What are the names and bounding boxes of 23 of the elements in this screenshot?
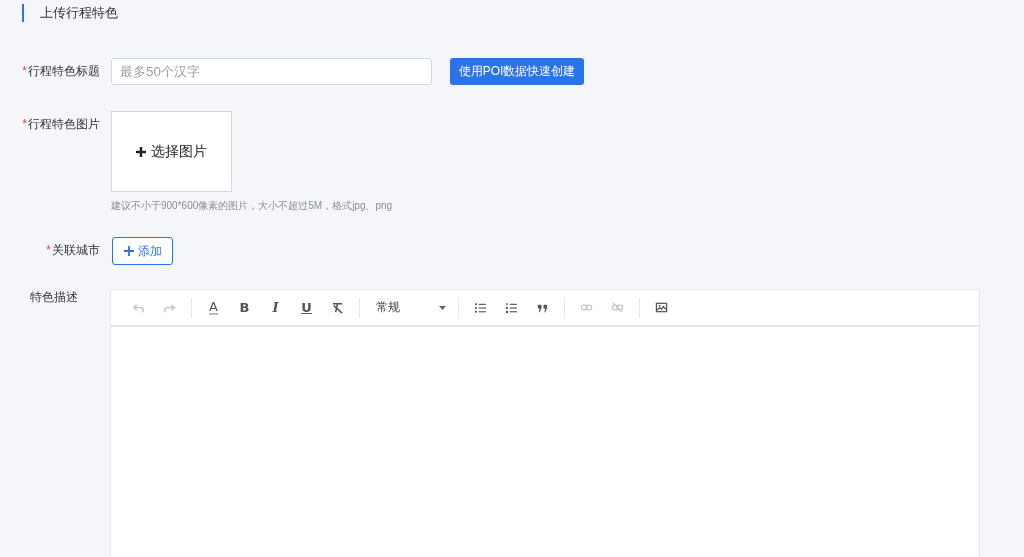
underline-button[interactable]: U	[293, 295, 320, 320]
image-upload-button[interactable]: 选择图片	[111, 111, 232, 192]
add-city-button[interactable]: 添加	[112, 237, 173, 265]
field-label: *关联城市	[46, 242, 100, 259]
field-label: 特色描述	[30, 289, 78, 306]
poi-create-button[interactable]: 使用POI数据快速创建	[450, 58, 584, 85]
image-icon	[655, 301, 668, 314]
clear-format-icon	[331, 301, 344, 314]
plus-icon	[136, 146, 146, 157]
section-title: 上传行程特色	[40, 4, 118, 22]
field-label: *行程特色图片	[22, 116, 100, 133]
plus-icon	[123, 246, 134, 256]
italic-button[interactable]: I	[262, 295, 289, 320]
field-label: *行程特色标题	[22, 63, 100, 80]
upload-hint: 建议不小于900*600像素的图片，大小不超过5M，格式jpg、png	[111, 199, 393, 213]
caret-icon	[439, 305, 446, 310]
bold-button[interactable]: B	[231, 295, 258, 320]
format-dropdown[interactable]: 常规	[368, 295, 450, 320]
title-input-field[interactable]: 最多50个汉字	[111, 58, 432, 85]
bullet-list-icon	[474, 301, 487, 314]
numbered-list-icon	[505, 301, 518, 314]
unlink-icon	[611, 301, 624, 314]
text-color-button[interactable]: A	[200, 295, 227, 320]
